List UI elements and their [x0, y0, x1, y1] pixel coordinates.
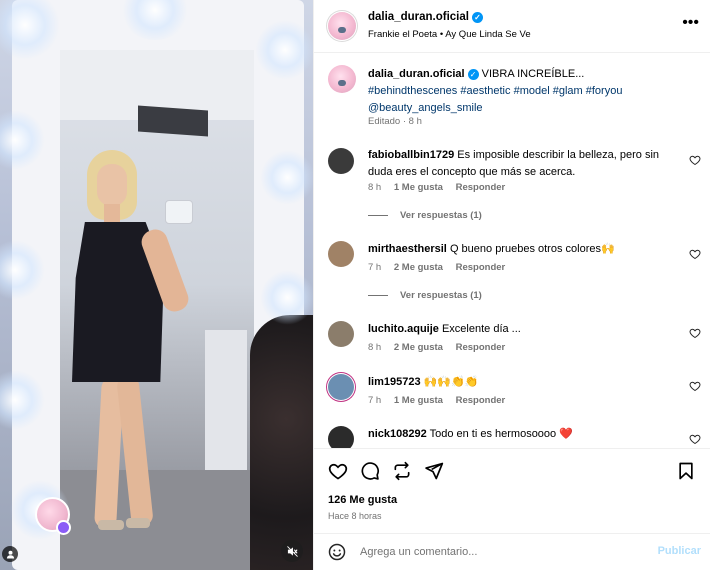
heart-icon[interactable]: [689, 327, 701, 339]
share-icon[interactable]: [392, 461, 412, 481]
comment-text: fabioballbin1729 Es imposible describir …: [368, 147, 678, 181]
heart-icon[interactable]: [689, 380, 701, 392]
comment-username[interactable]: lim195723: [368, 376, 421, 388]
comment-username[interactable]: fabioballbin1729: [368, 149, 454, 161]
reply-button[interactable]: Responder: [456, 395, 506, 406]
comment-time[interactable]: 7 h: [368, 395, 381, 406]
comment-avatar[interactable]: [328, 148, 354, 174]
edited-timestamp: Editado · 8 h: [368, 116, 422, 127]
comment-meta: 7 h 2 Me gusta Responder: [368, 262, 515, 273]
mention-link[interactable]: @beauty_angels_smile: [368, 102, 483, 114]
comment-icon[interactable]: [360, 461, 380, 481]
hashtag-link[interactable]: #glam: [553, 85, 583, 97]
mute-icon[interactable]: [281, 540, 303, 562]
view-replies-button[interactable]: Ver respuestas (1): [368, 210, 482, 221]
emoji-icon[interactable]: [328, 543, 346, 561]
reply-button[interactable]: Responder: [456, 262, 506, 273]
heart-icon[interactable]: [689, 248, 701, 260]
woman-figure: [72, 150, 192, 570]
speaker-muted-glyph: [286, 545, 298, 557]
comment-body: Excelente día ...: [441, 323, 521, 335]
comment-likes[interactable]: 2 Me gusta: [394, 342, 443, 353]
heart-icon[interactable]: [689, 433, 701, 445]
caption-author-avatar[interactable]: [328, 65, 356, 93]
verified-badge-icon: ✓: [467, 69, 479, 80]
author-username[interactable]: dalia_duran.oficial ✓: [368, 11, 483, 23]
user-tag-icon[interactable]: [2, 546, 18, 562]
hashtag-link[interactable]: #aesthetic: [460, 85, 510, 97]
caption-text: dalia_duran.oficial ✓ VIBRA INCREÍBLE... …: [368, 66, 688, 117]
comment-body: Q bueno pruebes otros colores🙌: [449, 243, 615, 255]
author-avatar[interactable]: [328, 12, 356, 40]
audio-track[interactable]: Frankie el Poeta • Ay Que Linda Se Ve: [368, 29, 531, 40]
left-shoe: [98, 520, 124, 530]
comment-meta: 7 h 1 Me gusta Responder: [368, 395, 515, 406]
comment-text: mirthaesthersil Q bueno pruebes otros co…: [368, 241, 678, 258]
comment-time[interactable]: 7 h: [368, 262, 381, 273]
comment-body: 🙌🙌👏👏: [423, 376, 479, 388]
face: [97, 164, 127, 206]
user-glyph: [6, 550, 14, 559]
replies-divider: [368, 294, 388, 296]
comment-body: Todo en ti es hermosoooo ❤️: [429, 428, 573, 440]
post-viewer: dalia_duran.oficial ✓ Frankie el Poeta • …: [0, 0, 710, 570]
comment-time[interactable]: 8 h: [368, 342, 381, 353]
send-icon[interactable]: [424, 461, 444, 481]
author-username-text[interactable]: dalia_duran.oficial: [368, 11, 469, 23]
comment-avatar[interactable]: [328, 321, 354, 347]
hashtag-link[interactable]: #model: [514, 85, 550, 97]
reply-button[interactable]: Responder: [456, 342, 506, 353]
comment-username[interactable]: nick108292: [368, 428, 427, 440]
mirror-bulb: [260, 150, 313, 205]
view-replies-button[interactable]: Ver respuestas (1): [368, 290, 482, 301]
verified-badge-icon: ✓: [471, 12, 483, 23]
post-header: dalia_duran.oficial ✓ Frankie el Poeta • …: [314, 0, 710, 53]
avatar-detail: [338, 80, 346, 86]
replies-divider: [368, 214, 388, 216]
post-side-panel: dalia_duran.oficial ✓ Frankie el Poeta • …: [313, 0, 710, 570]
bookmark-icon[interactable]: [676, 461, 696, 481]
comment-avatar[interactable]: [328, 374, 354, 400]
right-leg: [116, 375, 154, 527]
comment-text: lim195723 🙌🙌👏👏: [368, 374, 678, 391]
heart-icon[interactable]: [689, 154, 701, 166]
comment-text: luchito.aquije Excelente día ...: [368, 321, 678, 338]
comment-likes[interactable]: 1 Me gusta: [394, 182, 443, 193]
publish-button[interactable]: Publicar: [658, 545, 701, 557]
right-shoe: [126, 518, 150, 528]
comment-text: nick108292 Todo en ti es hermosoooo ❤️: [368, 426, 678, 443]
add-comment-bar: Publicar: [314, 533, 710, 570]
comment-avatar[interactable]: [328, 241, 354, 267]
reply-button[interactable]: Responder: [456, 182, 506, 193]
post-media[interactable]: [0, 0, 313, 570]
comment-input[interactable]: [360, 542, 640, 562]
mirror-bulb: [260, 270, 313, 325]
wall-tv: [138, 105, 208, 137]
foreground-sparkle-dress: [250, 315, 313, 570]
comment-username[interactable]: luchito.aquije: [368, 323, 439, 335]
comment-likes[interactable]: 2 Me gusta: [394, 262, 443, 273]
comment-username[interactable]: mirthaesthersil: [368, 243, 447, 255]
comment-meta: 8 h 1 Me gusta Responder: [368, 182, 515, 193]
avatar-detail: [338, 27, 346, 33]
comment-time[interactable]: 8 h: [368, 182, 381, 193]
mirror-bulb: [255, 20, 313, 80]
hashtag-link[interactable]: #foryou: [586, 85, 623, 97]
likes-count[interactable]: 126 Me gusta: [328, 494, 397, 506]
post-time[interactable]: Hace 8 horas: [328, 511, 382, 521]
comment-meta: 8 h 2 Me gusta Responder: [368, 342, 515, 353]
view-replies-label[interactable]: Ver respuestas (1): [400, 210, 482, 221]
caption-username[interactable]: dalia_duran.oficial: [368, 68, 465, 80]
view-replies-label[interactable]: Ver respuestas (1): [400, 290, 482, 301]
heart-icon[interactable]: [328, 461, 348, 481]
avatar-badge: [56, 520, 71, 535]
caption-body: VIBRA INCREÍBLE...: [481, 68, 585, 80]
more-options-icon[interactable]: •••: [682, 14, 699, 32]
post-actions: 126 Me gusta Hace 8 horas: [314, 448, 710, 528]
comment-likes[interactable]: 1 Me gusta: [394, 395, 443, 406]
hashtag-link[interactable]: #behindthescenes: [368, 85, 457, 97]
